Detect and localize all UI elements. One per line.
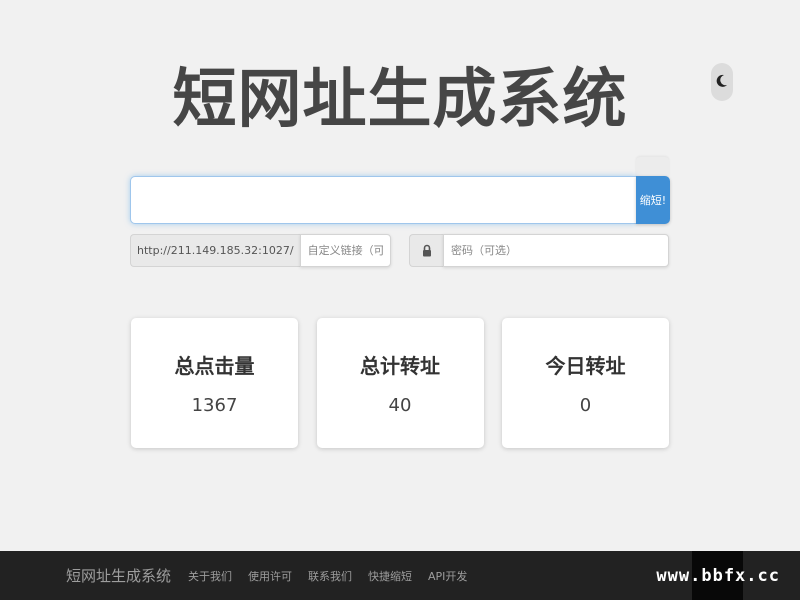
footer-brand-link[interactable]: 短网址生成系统 <box>66 565 171 586</box>
stats-section: 总点击量 1367 总计转址 40 今日转址 0 <box>131 318 669 448</box>
page: 短网址生成系统 缩短! http://211.149.185.32:1027/ … <box>0 0 800 600</box>
custom-link-group: http://211.149.185.32:1027/ <box>130 234 391 267</box>
footer-link-license[interactable]: 使用许可 <box>248 568 292 584</box>
footer-link-api[interactable]: API开发 <box>428 568 467 584</box>
url-input-group: 缩短! <box>130 176 670 224</box>
footer-link-quick-shorten[interactable]: 快捷缩短 <box>368 568 412 584</box>
footer-link-contact[interactable]: 联系我们 <box>308 568 352 584</box>
stat-value: 40 <box>388 395 412 416</box>
stat-card-total-clicks: 总点击量 1367 <box>131 318 298 448</box>
stat-label: 今日转址 <box>545 354 626 378</box>
domain-prefix: http://211.149.185.32:1027/ <box>130 234 300 267</box>
custom-link-input[interactable] <box>299 234 391 267</box>
button-tab-decoration <box>636 157 669 177</box>
long-url-input[interactable] <box>130 176 636 224</box>
page-title: 短网址生成系统 <box>172 63 628 137</box>
stat-card-today-redirects: 今日转址 0 <box>502 318 669 448</box>
stat-card-total-redirects: 总计转址 40 <box>316 318 484 448</box>
password-group <box>409 234 669 267</box>
stat-value: 1367 <box>191 395 238 416</box>
footer-link-about[interactable]: 关于我们 <box>188 568 232 584</box>
lock-icon <box>409 234 443 267</box>
stat-value: 0 <box>579 395 592 416</box>
shorten-button[interactable]: 缩短! <box>636 176 670 224</box>
stat-label: 总计转址 <box>360 354 440 378</box>
password-input[interactable] <box>443 234 669 267</box>
stat-label: 总点击量 <box>174 354 255 378</box>
watermark: www.bbfx.cc <box>656 566 780 586</box>
